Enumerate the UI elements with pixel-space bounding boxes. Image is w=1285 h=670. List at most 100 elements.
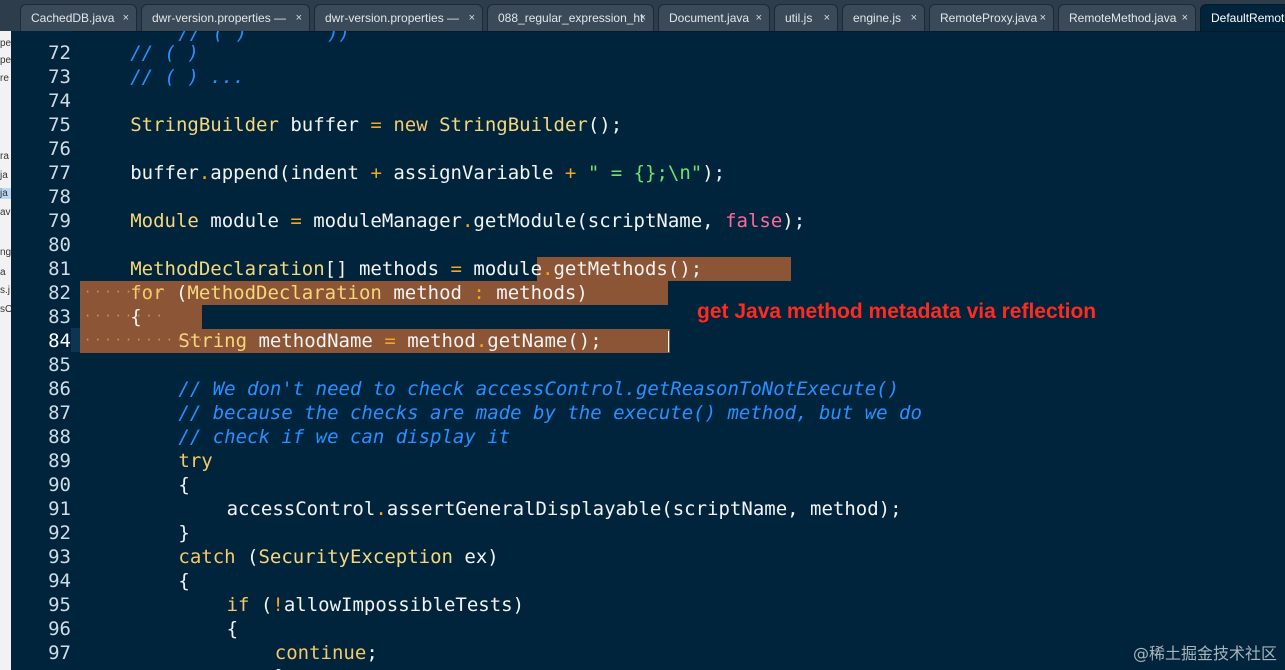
code-line: catch (SecurityException ex)	[178, 545, 498, 569]
code-token: buffer	[278, 114, 371, 136]
code-token: [] methods	[324, 258, 451, 280]
code-token: for	[130, 282, 165, 304]
code-line: if (!allowImpossibleTests)	[227, 593, 524, 617]
code-token: // ( )	[130, 42, 199, 64]
close-icon[interactable]: ×	[824, 5, 830, 31]
code-line: {	[178, 569, 189, 593]
code-token: accessControl	[226, 498, 376, 520]
code-token: getName();	[487, 330, 602, 352]
code-token: !	[272, 594, 284, 616]
tab-4[interactable]: Document.java ×	[658, 4, 770, 31]
code-line: {	[130, 305, 141, 329]
code-token: .	[475, 330, 488, 352]
code-line: Module module = moduleManager.getModule(…	[130, 209, 805, 233]
code-editor[interactable]: ····························// ( ) ))}//…	[0, 31, 1285, 670]
tab-label: 088_regular_expression_ht	[498, 11, 644, 25]
code-line: try	[178, 449, 212, 473]
code-token: MethodDeclaration	[130, 258, 325, 280]
code-token: .	[198, 162, 211, 184]
code-token: allowImpossibleTests)	[283, 594, 525, 616]
code-line: accessControl.assertGeneralDisplayable(s…	[227, 497, 902, 521]
code-line: MethodDeclaration[] methods = module.get…	[130, 257, 702, 281]
close-icon[interactable]: ×	[123, 5, 129, 31]
code-token: method	[395, 330, 476, 352]
close-icon[interactable]: ×	[296, 5, 302, 31]
close-icon[interactable]: ×	[469, 5, 475, 31]
code-token: if	[226, 594, 250, 616]
code-token: module	[461, 258, 543, 280]
tab-9[interactable]: DefaultRemote	[1200, 4, 1285, 31]
close-icon[interactable]: ×	[1182, 5, 1188, 31]
close-icon[interactable]: ×	[911, 5, 917, 31]
tab-3[interactable]: 088_regular_expression_ht ×	[487, 4, 654, 31]
tab-0[interactable]: CachedDB.java ×	[20, 4, 137, 31]
code-token: {	[178, 474, 190, 496]
code-token: moduleManager	[301, 210, 462, 232]
tab-8[interactable]: RemoteMethod.java ×	[1058, 4, 1196, 31]
code-token: =	[384, 330, 396, 352]
code-line: {	[227, 617, 238, 641]
tab-label: util.js	[785, 11, 813, 25]
code-token: +	[370, 162, 382, 184]
tab-bar: CachedDB.java × dwr-version.properties — ×…	[0, 0, 1285, 32]
code-token: append(indent	[210, 162, 371, 184]
close-icon[interactable]: ×	[1040, 5, 1046, 31]
code-token: // because the checks are made by the ex…	[178, 402, 922, 424]
code-line: // check if we can display it	[178, 425, 510, 449]
code-token: ();	[587, 114, 623, 136]
code-token: =	[370, 114, 382, 136]
code-token: String	[178, 330, 248, 352]
code-token: .	[542, 258, 554, 280]
code-line: // We don't need to check accessControl.…	[178, 377, 899, 401]
code-token: try	[178, 450, 213, 472]
code-token: methods)	[484, 282, 588, 304]
code-line: String methodName = method.getName();	[178, 329, 601, 353]
code-token: module	[198, 210, 291, 232]
tab-2[interactable]: dwr-version.properties — ×	[314, 4, 483, 31]
code-token: method	[381, 282, 474, 304]
code-token: false	[725, 210, 783, 232]
code-line: StringBuilder buffer = new StringBuilder…	[130, 113, 622, 137]
code-token: (	[164, 282, 188, 304]
close-icon[interactable]: ×	[756, 5, 762, 31]
code-token: +	[564, 162, 577, 184]
code-token: Module	[130, 210, 199, 232]
tab-6[interactable]: engine.js ×	[842, 4, 925, 31]
tab-label: dwr-version.properties —	[325, 11, 460, 25]
tab-label: DefaultRemote	[1211, 11, 1285, 25]
code-token: =	[290, 210, 302, 232]
code-line: for (MethodDeclaration method : methods)	[130, 281, 588, 305]
tab-label: dwr-version.properties —	[152, 11, 287, 25]
code-token: =	[450, 258, 462, 280]
code-token: .	[461, 210, 474, 232]
code-line: // because the checks are made by the ex…	[178, 401, 922, 425]
code-token: (	[249, 594, 273, 616]
tab-label: CachedDB.java	[31, 11, 115, 25]
code-token: assertGeneralDisplayable(scriptName, met…	[386, 498, 902, 520]
tab-5[interactable]: util.js ×	[774, 4, 838, 31]
code-line-partial: }	[275, 665, 286, 670]
tab-label: engine.js	[853, 11, 902, 25]
code-token: :	[473, 282, 485, 304]
code-line: {	[178, 473, 189, 497]
code-token: // We don't need to check accessControl.…	[178, 378, 900, 400]
code-token: " = {};\n"	[587, 162, 703, 184]
tab-label: Document.java	[669, 11, 750, 25]
code-token: catch	[178, 546, 236, 568]
tab-label: RemoteMethod.java	[1069, 11, 1177, 25]
code-token: methodName	[247, 330, 385, 352]
tab-7[interactable]: RemoteProxy.java ×	[929, 4, 1054, 31]
code-line-partial: // ( ) ))	[178, 31, 350, 44]
code-token: {	[130, 306, 142, 328]
code-token: buffer	[130, 162, 199, 184]
code-token: );	[782, 210, 806, 232]
code-line: }	[178, 521, 189, 545]
code-token: SecurityException	[258, 546, 453, 568]
close-icon[interactable]: ×	[640, 5, 646, 31]
watermark: @稀土掘金技术社区	[1132, 644, 1277, 663]
annotation-text: get Java method metadata via reflection	[697, 300, 1097, 323]
code-token: );	[702, 162, 726, 184]
tab-1[interactable]: dwr-version.properties — ×	[141, 4, 310, 31]
